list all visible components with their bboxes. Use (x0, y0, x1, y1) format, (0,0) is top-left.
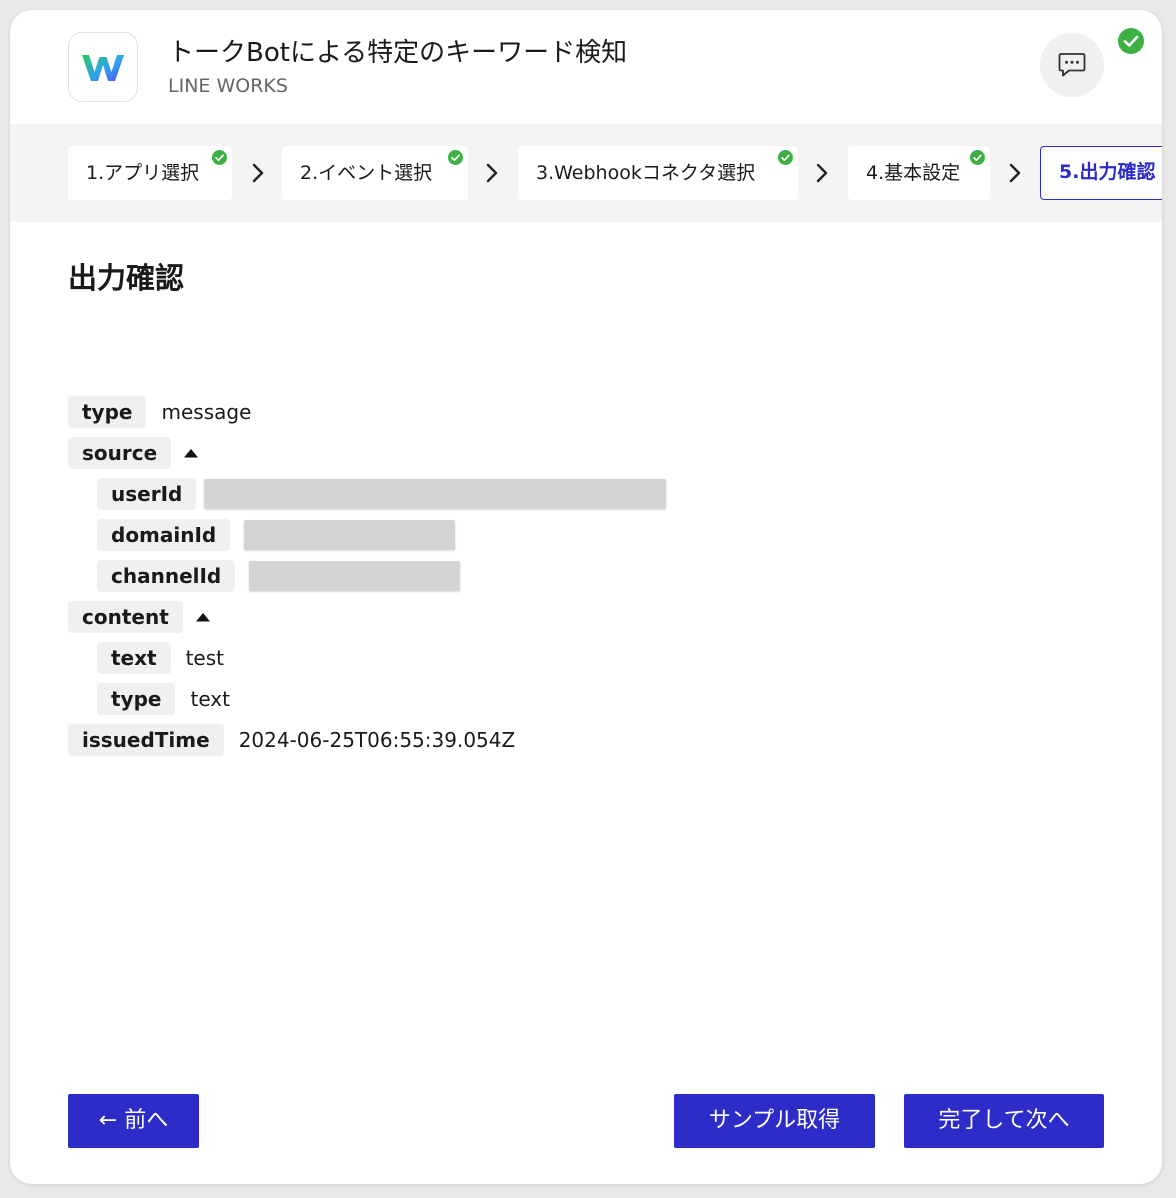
field-key: domainId (97, 519, 231, 551)
field-key: channelId (97, 560, 236, 592)
step-output-confirm[interactable]: 5.出力確認 (1040, 146, 1162, 200)
chat-bubble-icon (1058, 53, 1086, 77)
tree-row-userid: userId (97, 478, 667, 510)
step-basic-settings[interactable]: 4.基本設定 (848, 146, 990, 200)
chevron-right-icon (816, 163, 828, 183)
chevron-right-icon (1009, 163, 1021, 183)
chevron-right-icon (486, 163, 498, 183)
tree-row-content: content (68, 601, 211, 633)
check-circle-icon (970, 150, 985, 165)
step-label: 4.基本設定 (866, 162, 961, 184)
line-works-app-icon (68, 32, 138, 102)
step-label: 5.出力確認 (1059, 161, 1156, 183)
field-value: message (161, 400, 252, 424)
field-value: text (190, 687, 230, 711)
chevron-right-icon (252, 163, 264, 183)
step-label: 1.アプリ選択 (86, 162, 200, 184)
step-label: 2.イベント選択 (300, 162, 433, 184)
step-event-select[interactable]: 2.イベント選択 (282, 146, 468, 200)
field-key: source (68, 437, 172, 469)
tree-row-source: source (68, 437, 199, 469)
tree-row-content-type: type text (97, 683, 230, 715)
page-title: トークBotによる特定のキーワード検知 (168, 38, 628, 68)
step-app-select[interactable]: 1.アプリ選択 (68, 146, 232, 200)
field-value: 2024-06-25T06:55:39.054Z (238, 728, 516, 752)
collapse-triangle-icon[interactable] (195, 612, 211, 622)
tree-row-content-text: text test (97, 642, 224, 674)
section-title: 出力確認 (68, 261, 185, 295)
masked-value (244, 520, 456, 550)
field-key: content (68, 601, 183, 633)
step-navigation: 1.アプリ選択 2.イベント選択 3.Webhookコネクタ選択 4.基本設定 … (10, 124, 1162, 222)
check-circle-icon (778, 150, 793, 165)
field-key: userId (97, 478, 197, 510)
masked-value (249, 561, 461, 591)
check-circle-icon (1118, 28, 1144, 54)
chat-button[interactable] (1040, 33, 1104, 97)
field-key: text (97, 642, 171, 674)
step-label: 3.Webhookコネクタ選択 (536, 162, 756, 184)
tree-row-issuedtime: issuedTime 2024-06-25T06:55:39.054Z (68, 724, 515, 756)
tree-row-channelid: channelId (97, 560, 461, 592)
check-circle-icon (212, 150, 227, 165)
field-key: type (97, 683, 176, 715)
app-subtitle: LINE WORKS (168, 75, 288, 97)
header: トークBotによる特定のキーワード検知 LINE WORKS (10, 10, 1162, 124)
check-circle-icon (448, 150, 463, 165)
complete-next-button[interactable]: 完了して次へ (904, 1094, 1104, 1148)
masked-value (204, 479, 667, 509)
field-key: type (68, 396, 147, 428)
back-button[interactable]: ← 前へ (68, 1094, 199, 1148)
tree-row-domainid: domainId (97, 519, 456, 551)
field-key: issuedTime (68, 724, 224, 756)
get-sample-button[interactable]: サンプル取得 (674, 1094, 875, 1148)
collapse-triangle-icon[interactable] (183, 448, 199, 458)
field-value: test (185, 646, 225, 670)
step-webhook-connector-select[interactable]: 3.Webhookコネクタ選択 (518, 146, 798, 200)
dialog-card: トークBotによる特定のキーワード検知 LINE WORKS 1.アプリ選択 2… (10, 10, 1162, 1184)
tree-row-type: type message (68, 396, 251, 428)
